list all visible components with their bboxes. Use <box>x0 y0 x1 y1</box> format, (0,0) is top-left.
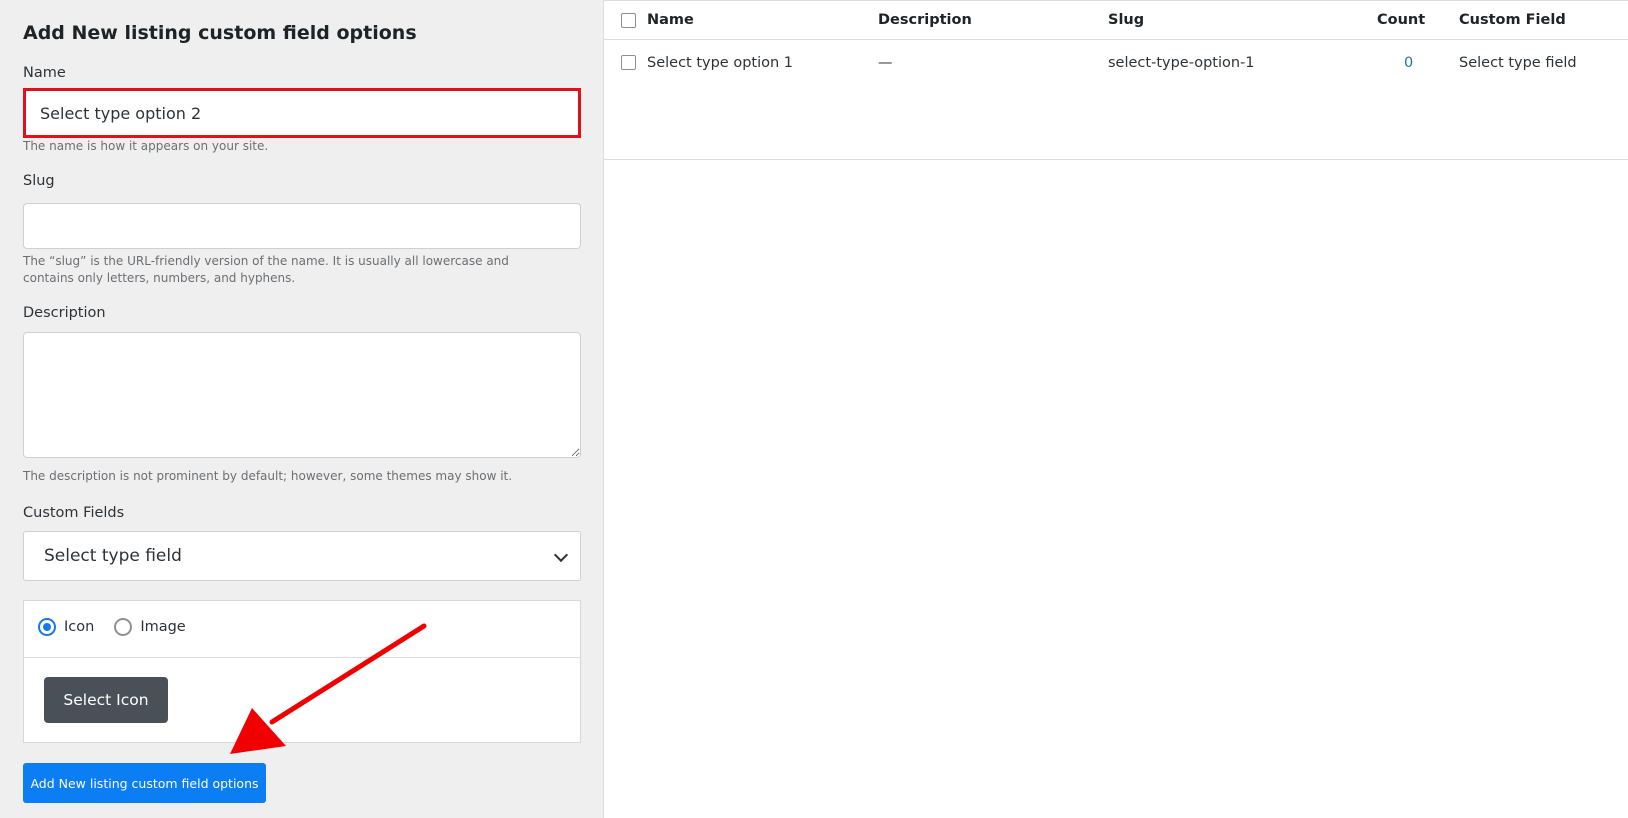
name-input[interactable] <box>23 88 581 138</box>
column-header-name[interactable]: Name <box>647 12 694 28</box>
radio-icon-label[interactable]: Icon <box>64 619 94 635</box>
name-help-text: The name is how it appears on your site. <box>23 139 269 153</box>
row-count-link[interactable]: 0 <box>1404 55 1413 71</box>
column-header-count[interactable]: Count <box>1377 12 1425 28</box>
radio-image-label[interactable]: Image <box>140 619 185 635</box>
icon-image-panel: Icon Image Select Icon <box>23 600 581 743</box>
slug-help-text: The “slug” is the URL-friendly version o… <box>23 254 509 285</box>
description-help-text: The description is not prominent by defa… <box>23 469 513 483</box>
panel-divider <box>24 657 580 658</box>
icon-type-radio-group: Icon Image <box>38 615 198 639</box>
table-header: Name Description Slug Count Custom Field <box>604 0 1628 40</box>
row-name[interactable]: Select type option 1 <box>647 55 793 71</box>
description-textarea[interactable] <box>23 332 581 458</box>
table-row: Select type option 1 — select-type-optio… <box>604 40 1628 160</box>
slug-input[interactable] <box>23 203 581 249</box>
row-custom-field: Select type field <box>1459 55 1577 71</box>
select-all-checkbox[interactable] <box>621 13 636 28</box>
terms-table: Name Description Slug Count Custom Field… <box>603 0 1628 818</box>
row-slug: select-type-option-1 <box>1108 55 1255 71</box>
custom-fields-selected-value: Select type field <box>44 546 182 566</box>
add-new-option-button[interactable]: Add New listing custom field options <box>23 763 266 803</box>
add-term-form: Add New listing custom field options Nam… <box>0 0 603 818</box>
column-header-slug[interactable]: Slug <box>1108 12 1144 28</box>
radio-icon[interactable] <box>38 618 56 636</box>
form-title: Add New listing custom field options <box>23 22 417 44</box>
row-description: — <box>878 55 893 71</box>
custom-fields-label: Custom Fields <box>23 505 125 521</box>
slug-label: Slug <box>23 173 55 189</box>
chevron-down-icon <box>553 547 569 563</box>
select-icon-button[interactable]: Select Icon <box>44 677 168 723</box>
column-header-description: Description <box>878 12 972 28</box>
row-checkbox[interactable] <box>621 55 636 70</box>
radio-image[interactable] <box>114 618 133 636</box>
name-label: Name <box>23 65 66 81</box>
description-label: Description <box>23 305 106 321</box>
custom-fields-select[interactable]: Select type field <box>23 531 581 581</box>
column-header-custom-field: Custom Field <box>1459 12 1566 28</box>
